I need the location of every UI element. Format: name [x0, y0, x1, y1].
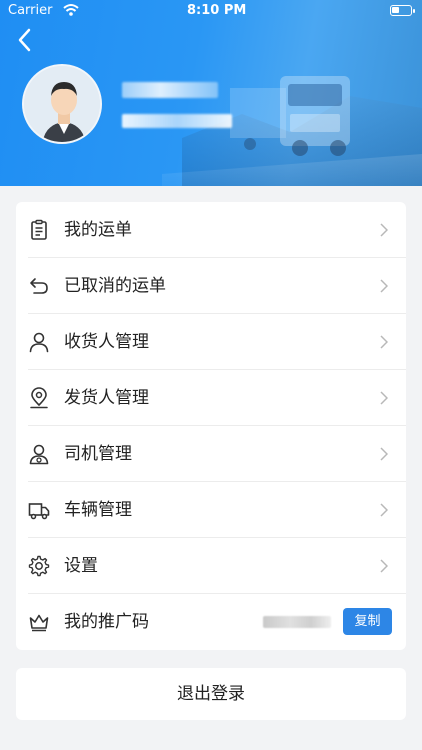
- battery-icon: [390, 5, 415, 16]
- menu-label: 收货人管理: [64, 332, 149, 352]
- truck-icon: [28, 503, 50, 520]
- chevron-right-icon: [380, 559, 388, 573]
- gear-icon: [28, 555, 50, 577]
- clipboard-icon: [31, 219, 47, 240]
- chevron-right-icon: [380, 335, 388, 349]
- menu-item-cancelled-waybills[interactable]: 已取消的运单: [16, 258, 406, 314]
- user-phone: [122, 114, 232, 128]
- menu-label: 我的运单: [64, 220, 132, 240]
- copy-button[interactable]: 复制: [343, 608, 392, 635]
- clock-time: 8:10 PM: [187, 3, 247, 18]
- chevron-right-icon: [380, 391, 388, 405]
- menu-item-shipper-management[interactable]: 发货人管理: [16, 370, 406, 426]
- undo-arrow-icon: [30, 278, 48, 294]
- menu-label: 司机管理: [64, 444, 132, 464]
- menu-item-promo-code: 我的推广码 复制: [16, 594, 406, 650]
- menu-label: 发货人管理: [64, 388, 149, 408]
- avatar[interactable]: [22, 64, 102, 144]
- profile-header: Carrier 8:10 PM: [0, 0, 422, 186]
- menu-item-driver-management[interactable]: 司机管理: [16, 426, 406, 482]
- truck-illustration: [230, 76, 350, 156]
- chevron-right-icon: [380, 279, 388, 293]
- menu-card: 我的运单 已取消的运单 收货人管理 发货人管理 司机管理 车辆管理 设置 我的推…: [16, 202, 406, 650]
- status-bar: Carrier 8:10 PM: [0, 0, 422, 22]
- menu-label: 我的推广码: [64, 612, 149, 632]
- logout-button[interactable]: 退出登录: [16, 668, 406, 720]
- menu-label: 设置: [64, 556, 98, 576]
- wifi-icon: [63, 4, 79, 16]
- carrier-label: Carrier: [8, 3, 53, 18]
- chevron-right-icon: [380, 503, 388, 517]
- driver-icon: [29, 444, 49, 465]
- menu-label: 已取消的运单: [64, 276, 166, 296]
- menu-item-consignee-management[interactable]: 收货人管理: [16, 314, 406, 370]
- location-pin-icon: [30, 387, 48, 409]
- menu-label: 车辆管理: [64, 500, 132, 520]
- chevron-right-icon: [380, 447, 388, 461]
- chevron-right-icon: [380, 223, 388, 237]
- menu-item-settings[interactable]: 设置: [16, 538, 406, 594]
- person-icon: [29, 332, 49, 353]
- person-avatar-icon: [24, 66, 100, 142]
- menu-item-my-waybills[interactable]: 我的运单: [16, 202, 406, 258]
- back-icon[interactable]: [14, 26, 38, 54]
- promo-code-value: [263, 616, 331, 628]
- user-name: [122, 82, 218, 98]
- menu-item-vehicle-management[interactable]: 车辆管理: [16, 482, 406, 538]
- crown-icon: [29, 614, 49, 632]
